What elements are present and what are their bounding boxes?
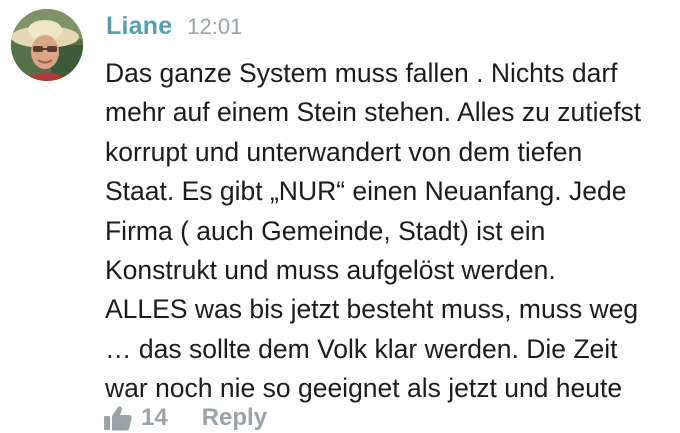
thumbs-up-icon[interactable] [104,405,132,431]
avatar[interactable] [11,9,83,81]
comment: Liane 12:01 Das ganze System muss fallen… [0,0,680,433]
comment-text: Das ganze System muss fallen . Nichts da… [105,54,677,409]
comment-text-line: mehr auf einem Stein stehen. Alles zu zu… [105,97,642,128]
like-count: 14 [141,404,168,431]
comment-text-line: … das sollte dem Volk klar werden. Die Z… [105,333,618,364]
comment-actions: 14 Reply [104,401,267,433]
comment-text-line: ALLES was bis jetzt besteht muss, muss w… [105,294,639,325]
comment-text-line: Staat. Es gibt „NUR“ einen Neuanfang. Je… [105,176,627,207]
comment-text-line: korrupt und unterwandert von dem tiefen [105,136,583,167]
author-name[interactable]: Liane [106,12,172,41]
avatar-image [11,9,83,81]
comment-text-line: Das ganze System muss fallen . Nichts da… [105,58,618,88]
reply-button[interactable]: Reply [202,404,267,432]
comment-text-line: Firma ( auch Gemeinde, Stadt) ist ein [105,215,546,246]
comment-text-line: Konstrukt und muss aufgelöst werden. [105,255,556,286]
comment-timestamp: 12:01 [187,14,243,39]
comment-header: Liane 12:01 [106,12,242,46]
